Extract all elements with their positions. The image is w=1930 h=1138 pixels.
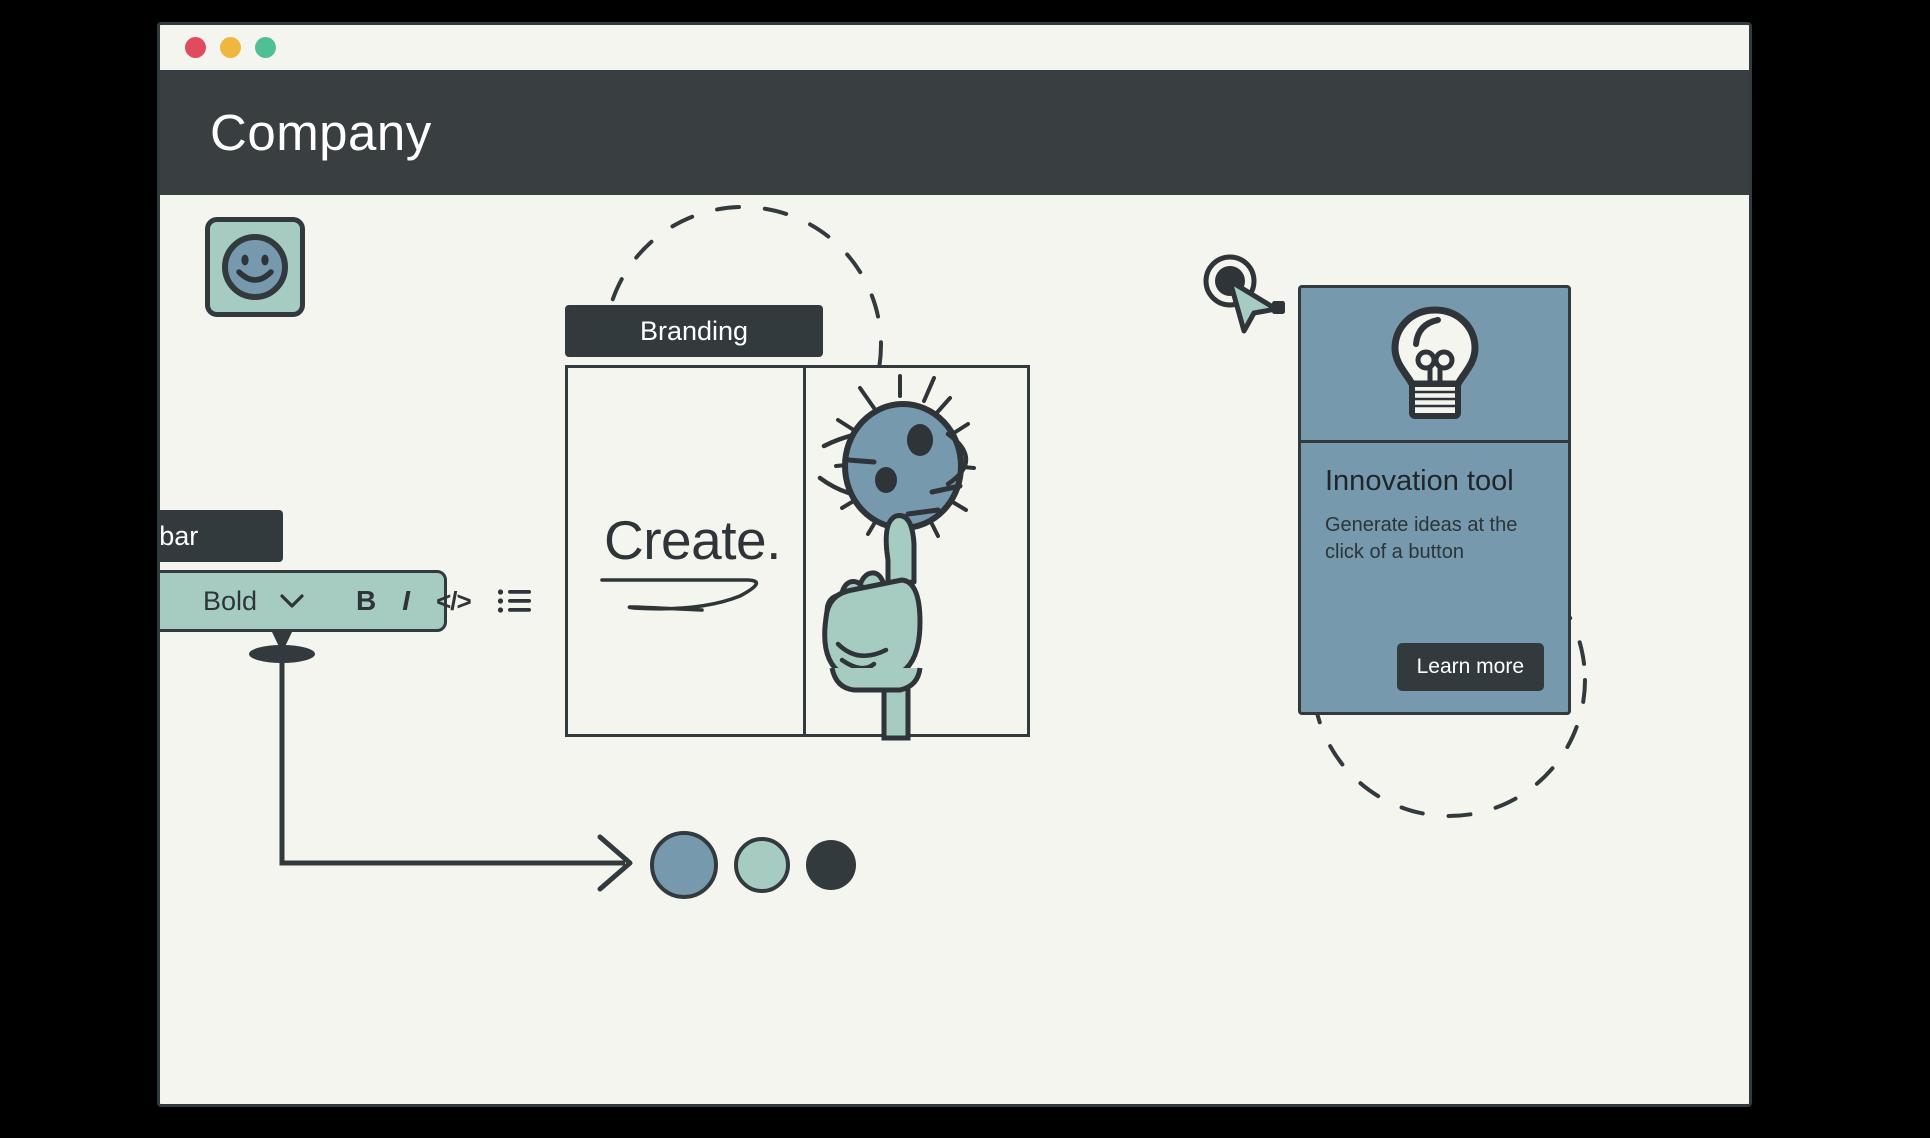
format-button-group: B I </> xyxy=(356,587,531,615)
callout-branding-label: Branding xyxy=(639,315,749,346)
callout-branding: Branding xyxy=(565,305,823,357)
text-format-toolbar: Bold B I </> xyxy=(160,570,531,632)
style-select-value: Bold xyxy=(203,585,258,616)
lightbulb-icon xyxy=(1391,306,1478,419)
innovation-card-title: Innovation tool xyxy=(1325,465,1514,497)
create-headline: Create. xyxy=(604,509,781,571)
bullet-list-icon xyxy=(497,589,531,613)
bold-button[interactable]: B xyxy=(356,587,376,615)
style-select[interactable]: Bold xyxy=(203,586,304,617)
card-divider xyxy=(803,368,806,734)
underline-swoosh-icon xyxy=(600,578,759,612)
callout-toolbar: Toolbar xyxy=(157,510,283,562)
swatch-blue[interactable] xyxy=(650,831,718,899)
bullet-list-button[interactable] xyxy=(497,588,531,614)
code-button[interactable]: </> xyxy=(436,588,472,614)
cursor-group xyxy=(1200,254,1286,334)
innovation-card-body: Innovation tool Generate ideas at the cl… xyxy=(1301,443,1568,715)
window-titlebar xyxy=(160,25,1749,70)
color-swatch-row xyxy=(650,831,856,899)
browser-window: Company Branding Create. lbar Bold B I <… xyxy=(157,22,1752,1107)
learn-more-button[interactable]: Learn more xyxy=(1396,643,1544,691)
idea-illustration xyxy=(817,374,976,741)
innovation-tool-card[interactable]: Innovation tool Generate ideas at the cl… xyxy=(1298,285,1571,715)
traffic-light-minimize-icon[interactable] xyxy=(220,37,241,58)
page-title: Company xyxy=(210,104,432,161)
app-canvas: Branding Create. lbar Bold B I </> Innov… xyxy=(160,195,1749,1104)
branding-card: Create. xyxy=(565,365,1030,741)
screenshot-stage: Company Branding Create. lbar Bold B I <… xyxy=(0,0,1930,1138)
callout-toolbar-label: Toolbar xyxy=(157,520,199,551)
innovation-card-description: Generate ideas at the click of a button xyxy=(1325,514,1518,563)
smiley-face-icon xyxy=(222,234,288,300)
app-header: Company xyxy=(160,70,1749,195)
chevron-down-icon xyxy=(280,594,304,608)
toolbar-tail xyxy=(272,632,292,653)
cursor-badge-icon xyxy=(1272,301,1285,314)
face-circle xyxy=(842,401,964,531)
pointing-hand-icon xyxy=(822,513,923,741)
traffic-light-maximize-icon[interactable] xyxy=(255,37,276,58)
click-cursor-indicator xyxy=(1203,254,1285,334)
traffic-light-close-icon[interactable] xyxy=(185,37,206,58)
swatch-mint[interactable] xyxy=(734,837,790,893)
connector-arrowhead-icon xyxy=(597,834,633,892)
app-icon-tile[interactable] xyxy=(205,217,305,317)
swatch-charcoal[interactable] xyxy=(806,840,856,890)
italic-button[interactable]: I xyxy=(402,587,410,615)
connector-pin xyxy=(249,645,315,663)
innovation-card-media xyxy=(1301,288,1568,443)
